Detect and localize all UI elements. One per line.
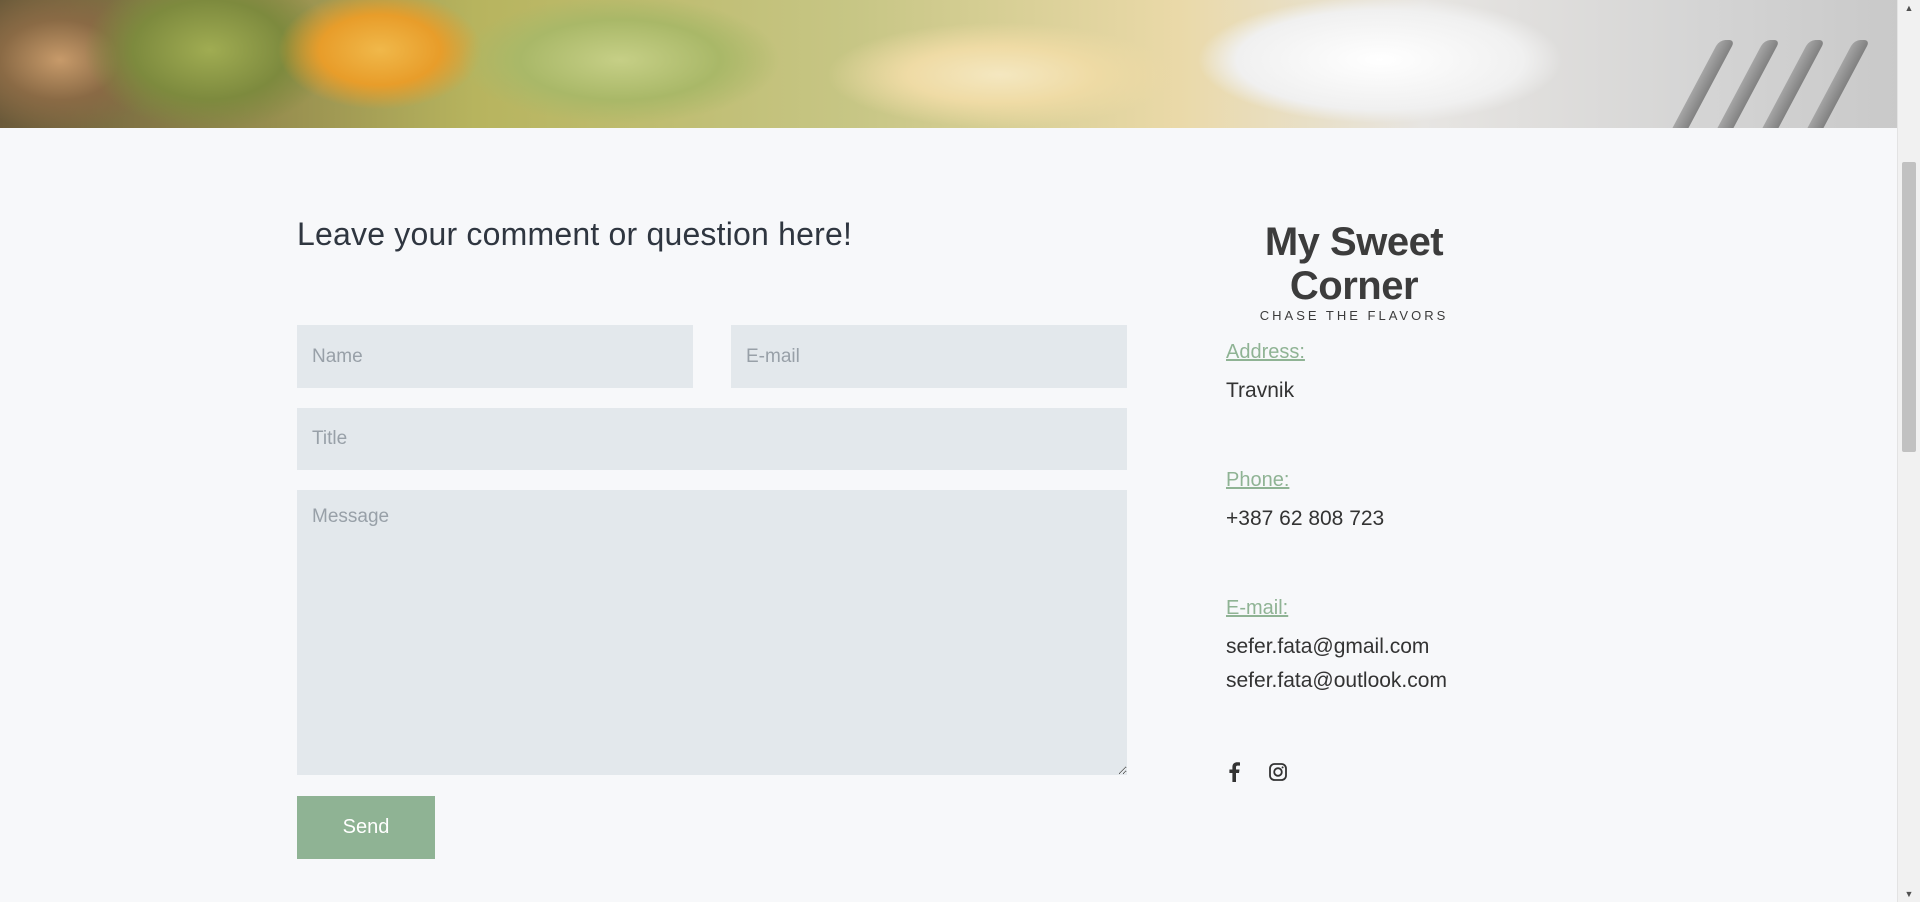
scroll-down-icon[interactable]: ▼: [1898, 886, 1920, 902]
email-value-gmail: sefer.fata@gmail.com: [1226, 635, 1430, 658]
email-value-outlook: sefer.fata@outlook.com: [1226, 669, 1447, 692]
contact-form-title: Leave your comment or question here!: [297, 216, 853, 252]
phone-label: Phone:: [1226, 469, 1290, 491]
social-links: [1224, 762, 1288, 782]
brand-name: My Sweet Corner: [1264, 220, 1444, 308]
instagram-icon[interactable]: [1268, 762, 1288, 782]
email-block: E-mail: sefer.fata@gmail.com sefer.fata@…: [1226, 597, 1447, 698]
scroll-thumb[interactable]: [1902, 162, 1916, 452]
address-value: Travnik: [1226, 379, 1295, 402]
title-input[interactable]: [297, 408, 1127, 470]
message-textarea[interactable]: [297, 490, 1127, 775]
address-label: Address:: [1226, 341, 1305, 363]
send-button[interactable]: Send: [297, 796, 435, 859]
name-input[interactable]: [297, 325, 693, 388]
brand-logo: My Sweet Corner CHASE THE FLAVORS: [1200, 220, 1508, 323]
email-label: E-mail:: [1226, 597, 1289, 619]
address-block: Address: Travnik: [1226, 341, 1305, 408]
phone-block: Phone: +387 62 808 723: [1226, 469, 1384, 536]
facebook-icon[interactable]: [1224, 762, 1244, 782]
hero-banner-image: [0, 0, 1898, 128]
page-scrollbar[interactable]: ▲ ▼: [1897, 0, 1920, 902]
brand-tagline: CHASE THE FLAVORS: [1259, 308, 1449, 323]
email-input[interactable]: [731, 325, 1127, 388]
phone-value: +387 62 808 723: [1226, 507, 1385, 530]
scroll-up-icon[interactable]: ▲: [1898, 0, 1920, 16]
